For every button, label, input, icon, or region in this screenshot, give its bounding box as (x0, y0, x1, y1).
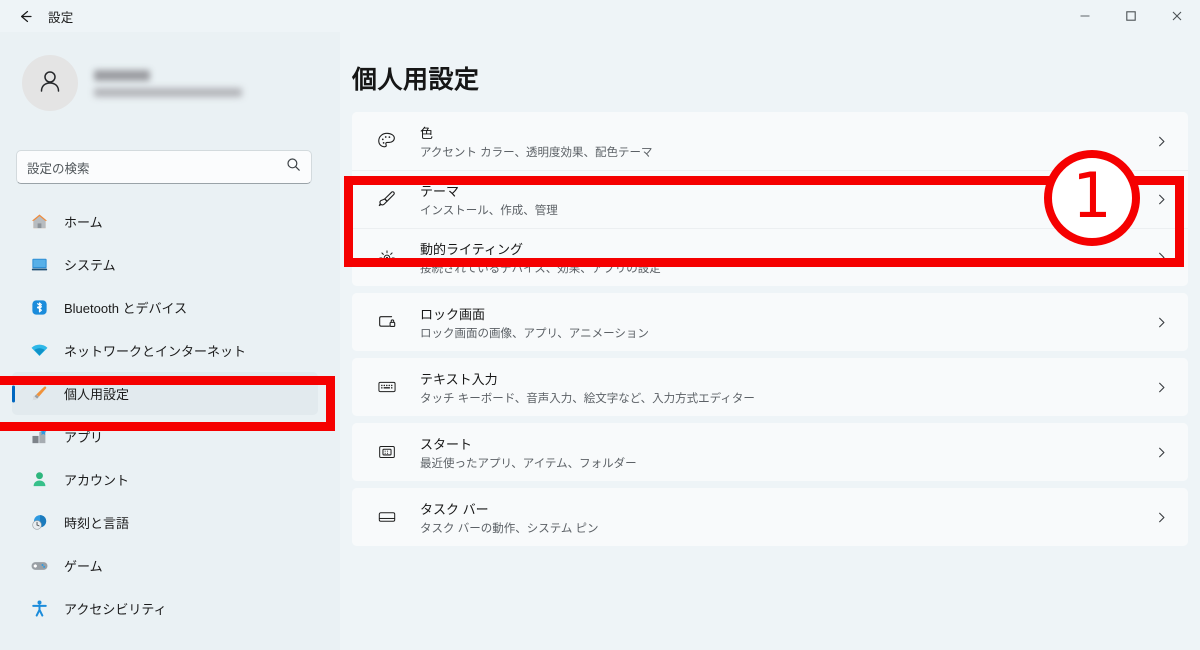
row-text: 動的ライティング 接続されているデバイス、効果、アプリの設定 (420, 239, 661, 276)
search-placeholder: 設定の検索 (27, 161, 90, 176)
chevron-right-icon[interactable] (1150, 441, 1172, 463)
row-subtitle: 最近使ったアプリ、アイテム、フォルダー (420, 457, 637, 470)
row-title: 動的ライティング (420, 242, 523, 257)
settings-card-group: テキスト入力 タッチ キーボード、音声入力、絵文字など、入力方式エディター (352, 358, 1188, 416)
sidebar-item-label: アプリ (64, 430, 104, 445)
system-icon (28, 254, 50, 276)
sidebar-item-label: Bluetooth とデバイス (64, 301, 188, 316)
row-subtitle: インストール、作成、管理 (420, 205, 558, 217)
chevron-right-icon[interactable] (1150, 376, 1172, 398)
close-button[interactable] (1154, 0, 1200, 32)
search-input[interactable]: 設定の検索 (16, 150, 312, 184)
gaming-icon (28, 555, 50, 577)
settings-card-group: タスク バー タスク バーの動作、システム ピン (352, 488, 1188, 546)
sidebar-item-label: 個人用設定 (64, 387, 130, 402)
apps-icon (28, 426, 50, 448)
personalization-icon (28, 383, 50, 405)
minimize-button[interactable] (1062, 0, 1108, 32)
row-text: ロック画面 ロック画面の画像、アプリ、アニメーション (420, 304, 649, 341)
sidebar-item-gaming[interactable]: ゲーム (12, 544, 318, 587)
close-icon (1171, 10, 1183, 22)
settings-card-group: ロック画面 ロック画面の画像、アプリ、アニメーション (352, 293, 1188, 351)
paintbrush-icon (374, 187, 400, 213)
sidebar-item-home[interactable]: ホーム (12, 200, 318, 243)
annotation-step-marker-1: 1 (1044, 150, 1140, 246)
network-icon (28, 340, 50, 362)
person-avatar-icon (35, 66, 65, 101)
accounts-icon (28, 469, 50, 491)
back-arrow-icon (17, 8, 34, 25)
taskbar-icon (374, 504, 400, 530)
chevron-right-icon[interactable] (1150, 189, 1172, 211)
row-title: タスク バー (420, 501, 489, 517)
sidebar: 設定の検索 ホーム システム Bluetooth とデバイス ネットワークとイン… (0, 32, 340, 650)
row-subtitle: タスク バーの動作、システム ピン (420, 522, 599, 535)
dynamic-lighting-icon (374, 245, 400, 271)
sidebar-item-bluetooth[interactable]: Bluetooth とデバイス (12, 286, 318, 329)
window-controls (1062, 0, 1200, 32)
title-bar: 設定 (0, 0, 1200, 32)
sidebar-item-label: システム (64, 258, 116, 273)
page-title: 個人用設定 (352, 66, 480, 94)
row-title: スタート (420, 436, 473, 452)
lock-screen-icon (374, 309, 400, 335)
maximize-button[interactable] (1108, 0, 1154, 32)
sidebar-item-accounts[interactable]: アカウント (12, 458, 318, 501)
settings-card-group: スタート 最近使ったアプリ、アイテム、フォルダー (352, 423, 1188, 481)
chevron-right-icon[interactable] (1150, 506, 1172, 528)
row-text: テキスト入力 タッチ キーボード、音声入力、絵文字など、入力方式エディター (420, 369, 755, 406)
sidebar-item-accessibility[interactable]: アクセシビリティ (12, 587, 318, 630)
avatar (22, 55, 78, 111)
sidebar-item-label: ホーム (64, 215, 103, 230)
profile-name-redacted (94, 69, 150, 81)
back-button[interactable] (8, 1, 42, 31)
home-icon (28, 211, 50, 233)
time-language-icon (28, 512, 50, 534)
keyboard-icon (374, 374, 400, 400)
settings-row-taskbar[interactable]: タスク バー タスク バーの動作、システム ピン (352, 488, 1188, 546)
row-title: テキスト入力 (420, 371, 498, 387)
bluetooth-icon (28, 297, 50, 319)
chevron-right-icon[interactable] (1150, 130, 1172, 152)
sidebar-item-label: ゲーム (64, 559, 103, 574)
palette-icon (374, 128, 400, 154)
sidebar-item-apps[interactable]: アプリ (12, 415, 318, 458)
settings-row-text-input[interactable]: テキスト入力 タッチ キーボード、音声入力、絵文字など、入力方式エディター (352, 358, 1188, 416)
maximize-icon (1125, 10, 1137, 22)
row-title: 色 (420, 125, 434, 141)
annotation-step-number: 1 (1072, 159, 1112, 232)
row-text: スタート 最近使ったアプリ、アイテム、フォルダー (420, 434, 637, 471)
row-text: タスク バー タスク バーの動作、システム ピン (420, 499, 599, 536)
sidebar-nav: ホーム システム Bluetooth とデバイス ネットワークとインターネット … (0, 200, 340, 630)
row-subtitle: タッチ キーボード、音声入力、絵文字など、入力方式エディター (420, 392, 755, 405)
row-subtitle: 接続されているデバイス、効果、アプリの設定 (420, 263, 661, 275)
sidebar-item-personalization[interactable]: 個人用設定 (12, 372, 318, 415)
sidebar-item-label: アクセシビリティ (64, 602, 167, 617)
row-text: 色 アクセント カラー、透明度効果、配色テーマ (420, 123, 653, 160)
minimize-icon (1079, 10, 1091, 22)
accessibility-icon (28, 598, 50, 620)
app-title: 設定 (48, 10, 74, 25)
settings-row-lock-screen[interactable]: ロック画面 ロック画面の画像、アプリ、アニメーション (352, 293, 1188, 351)
search-icon[interactable] (286, 157, 301, 177)
settings-row-start[interactable]: スタート 最近使ったアプリ、アイテム、フォルダー (352, 423, 1188, 481)
row-text: テーマ インストール、作成、管理 (420, 181, 558, 218)
row-title: テーマ (420, 184, 460, 199)
chevron-right-icon[interactable] (1150, 247, 1172, 269)
chevron-right-icon[interactable] (1150, 311, 1172, 333)
profile-email-redacted (94, 87, 242, 97)
row-title: ロック画面 (420, 306, 486, 322)
sidebar-item-label: 時刻と言語 (64, 516, 130, 531)
row-subtitle: アクセント カラー、透明度効果、配色テーマ (420, 146, 653, 159)
row-subtitle: ロック画面の画像、アプリ、アニメーション (420, 327, 649, 340)
sidebar-item-network[interactable]: ネットワークとインターネット (12, 329, 318, 372)
main-content: 個人用設定 色 アクセント カラー、透明度効果、配色テーマ テーマ インストール… (340, 32, 1200, 650)
profile-text (94, 69, 242, 97)
sidebar-item-label: ネットワークとインターネット (64, 344, 247, 359)
sidebar-item-time-language[interactable]: 時刻と言語 (12, 501, 318, 544)
start-menu-icon (374, 439, 400, 465)
user-profile[interactable] (0, 32, 340, 112)
sidebar-item-system[interactable]: システム (12, 243, 318, 286)
sidebar-item-label: アカウント (64, 473, 130, 488)
